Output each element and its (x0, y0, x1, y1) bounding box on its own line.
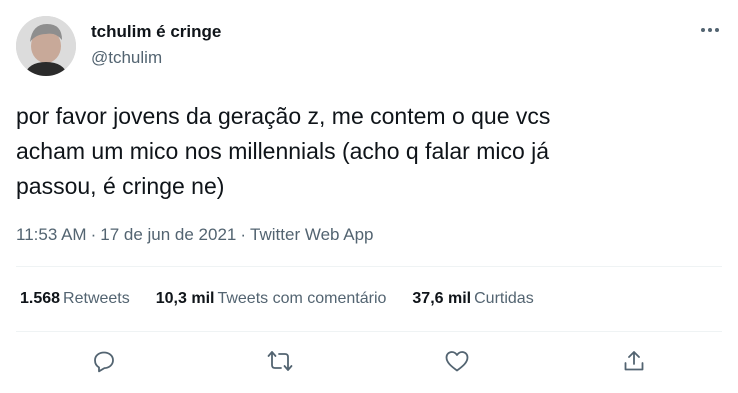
quotes-count: 10,3 mil (155, 290, 215, 307)
share-button[interactable] (618, 345, 650, 377)
tweet-meta: 11:53 AM · 17 de jun de 2021 · Twitter Web A… (16, 225, 374, 245)
quotes-stat[interactable]: 10,3 mil Tweets com comentário (156, 290, 387, 308)
heart-icon (445, 351, 469, 372)
tweet-card: tchulim é cringe @tchulim por favor jove… (0, 0, 738, 393)
divider (16, 266, 722, 267)
retweet-icon (267, 351, 293, 371)
likes-count: 37,6 mil (412, 290, 472, 307)
quotes-label: Tweets com comentário (217, 290, 387, 307)
tweet-time[interactable]: 11:53 AM (16, 225, 87, 244)
meta-separator: · (90, 225, 97, 244)
likes-label: Curtidas (474, 290, 534, 307)
meta-separator: · (240, 225, 247, 244)
author-handle[interactable]: @tchulim (91, 48, 162, 68)
tweet-text-line: por favor jovens da geração z, me contem… (16, 103, 551, 129)
more-options-button[interactable] (698, 18, 722, 42)
tweet-text: por favor jovens da geração z, me contem… (16, 99, 716, 204)
retweets-label: Retweets (63, 290, 130, 307)
retweets-stat[interactable]: 1.568 Retweets (20, 290, 130, 308)
divider (16, 331, 722, 332)
reply-button[interactable] (88, 345, 120, 377)
like-button[interactable] (441, 345, 473, 377)
tweet-stats: 1.568 Retweets 10,3 mil Tweets com comentá… (20, 290, 534, 308)
more-horizontal-icon (701, 28, 719, 32)
tweet-actions (0, 345, 738, 377)
author-name[interactable]: tchulim é cringe (91, 22, 221, 42)
tweet-source[interactable]: Twitter Web App (250, 225, 373, 244)
likes-stat[interactable]: 37,6 mil Curtidas (412, 290, 533, 308)
avatar[interactable] (16, 16, 76, 76)
tweet-date[interactable]: 17 de jun de 2021 (100, 225, 236, 244)
tweet-text-line: acham um mico nos millennials (acho q fa… (16, 138, 550, 164)
share-icon (624, 351, 644, 371)
tweet-text-line: passou, é cringe ne) (16, 173, 225, 199)
retweet-button[interactable] (264, 345, 296, 377)
avatar-photo (16, 16, 76, 76)
reply-bubble-icon (94, 351, 114, 373)
retweets-count: 1.568 (20, 290, 61, 307)
